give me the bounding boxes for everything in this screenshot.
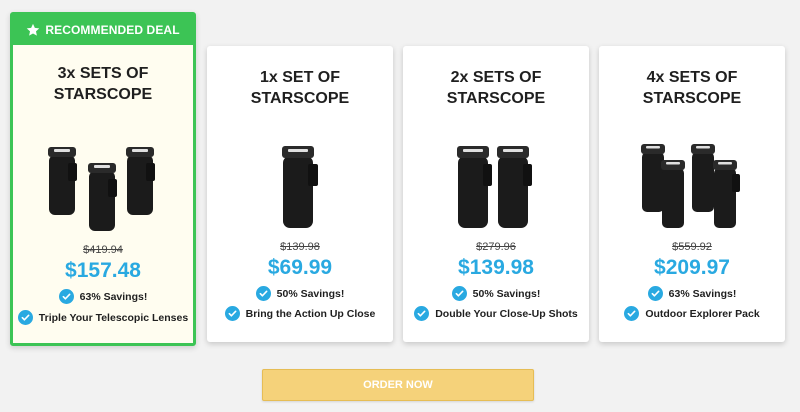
checkmark-icon [647,286,663,301]
monocular-icon [497,146,532,228]
tagline-feature: Bring the Action Up Close [207,306,393,321]
pricing-section: RECOMMENDED DEAL 3x SETS OF STARSCOPE $4… [0,0,800,412]
star-icon [27,23,40,36]
savings-feature: 63% Savings! [599,286,785,301]
offer-title: 4x SETS OF STARSCOPE [642,69,742,107]
banner-label: RECOMMENDED DEAL [45,23,180,37]
savings-feature: 50% Savings! [403,286,589,301]
monocular-icon [126,147,155,215]
recommended-deal-banner: RECOMMENDED DEAL [13,15,193,45]
product-image-2x-monoculars [403,142,589,232]
order-now-button[interactable]: ORDER NOW [262,369,534,401]
offer-title: 3x SETS OF STARSCOPE [53,65,153,103]
original-price: $559.92 [672,241,712,253]
savings-feature: 50% Savings! [207,286,393,301]
checkmark-icon [224,306,240,321]
checkmark-icon [451,286,467,301]
monocular-icon [48,147,77,215]
checkmark-icon [58,289,74,304]
monocular-icon [282,146,318,228]
monocular-icon [88,163,117,231]
monocular-icon [661,160,685,228]
original-price: $139.98 [280,241,320,253]
original-price: $279.96 [476,241,516,253]
original-price: $419.94 [83,244,123,256]
sale-price: $209.97 [654,256,730,279]
product-image-1x-monocular [207,142,393,232]
offer-card-2x[interactable]: 2x SETS OF STARSCOPE $279.96 $139.98 50%… [403,46,589,342]
product-image-3x-monoculars [13,135,193,235]
monocular-icon [691,144,715,212]
sale-price: $157.48 [65,259,141,282]
offer-title: 2x SETS OF STARSCOPE [446,69,546,107]
checkmark-icon [255,286,271,301]
offer-card-3x[interactable]: RECOMMENDED DEAL 3x SETS OF STARSCOPE $4… [10,12,196,346]
checkmark-icon [414,306,430,321]
checkmark-icon [624,306,640,321]
tagline-feature: Triple Your Telescopic Lenses [13,310,193,325]
offer-title: 1x SET OF STARSCOPE [250,69,350,107]
sale-price: $69.99 [267,256,333,279]
offer-card-4x[interactable]: 4x SETS OF STARSCOPE $559.92 $209.97 63%… [599,46,785,342]
monocular-icon [641,144,665,212]
tagline-feature: Double Your Close-Up Shots [403,306,589,321]
sale-price: $139.98 [458,256,534,279]
offer-card-1x[interactable]: 1x SET OF STARSCOPE $139.98 $69.99 50% S… [207,46,393,342]
savings-feature: 63% Savings! [13,289,193,304]
monocular-icon [457,146,492,228]
product-image-4x-monoculars [599,142,785,232]
checkmark-icon [17,310,33,325]
monocular-icon [713,160,740,228]
tagline-feature: Outdoor Explorer Pack [599,306,785,321]
